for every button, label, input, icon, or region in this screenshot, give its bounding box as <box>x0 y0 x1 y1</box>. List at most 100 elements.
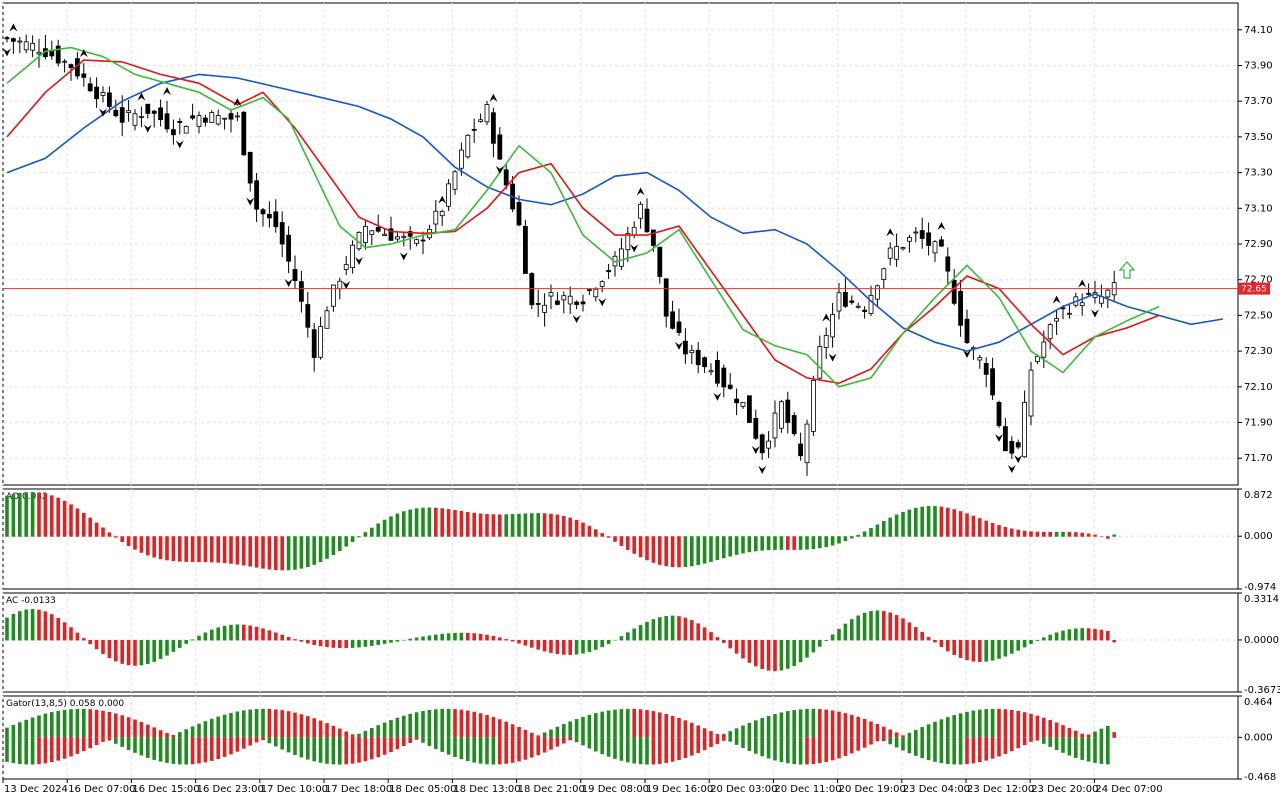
candle-body <box>689 349 695 354</box>
candle-body <box>196 115 202 127</box>
candle-body <box>414 239 420 244</box>
candle-body <box>490 112 496 144</box>
fractal-down-icon <box>399 252 408 261</box>
candle-body <box>273 211 279 228</box>
candle-body <box>644 208 650 233</box>
candle-body <box>939 239 944 247</box>
candle-body <box>337 280 343 290</box>
candle-body <box>734 398 739 404</box>
candle-body <box>100 92 106 96</box>
candle-body <box>484 104 490 123</box>
x-tick-label: 24 Dec 07:00 <box>1095 784 1162 795</box>
candle-body <box>1079 302 1085 307</box>
y-tick-label: 0.464 <box>1244 697 1273 708</box>
candle-body <box>663 278 669 317</box>
y-tick-label: 74.10 <box>1244 25 1273 36</box>
candle-body <box>394 236 400 240</box>
candle-body <box>362 225 368 243</box>
candle-body <box>23 41 29 51</box>
candle-body <box>452 171 458 190</box>
candle-body <box>574 301 579 305</box>
candle-body <box>254 180 260 210</box>
candle-body <box>996 402 1002 426</box>
fractal-down-icon <box>713 392 722 401</box>
candle-body <box>292 269 298 281</box>
candle-body <box>260 209 266 215</box>
fractal-down-icon <box>751 446 760 455</box>
fractal-down-icon <box>1091 309 1099 318</box>
candle-body <box>183 126 189 134</box>
x-tick-label: 17 Dec 18:00 <box>325 784 392 795</box>
candle-body <box>862 309 867 312</box>
candle-body <box>132 113 138 126</box>
candle-body <box>81 73 87 78</box>
fractal-up-icon <box>489 93 498 102</box>
candle-body <box>926 232 931 246</box>
candle-body <box>945 256 951 272</box>
candle-body <box>279 222 285 245</box>
candle-body <box>894 246 899 260</box>
candle-body <box>164 113 170 130</box>
candle-body <box>1035 356 1040 362</box>
candle-body <box>535 303 541 305</box>
x-tick-label: 18 Dec 05:00 <box>389 784 456 795</box>
candle-body <box>670 311 675 329</box>
candle-body <box>715 360 720 384</box>
candle-body <box>951 279 957 304</box>
candle-body <box>94 86 99 100</box>
fractal-down-icon <box>342 281 351 290</box>
candle-body <box>638 203 643 219</box>
x-tick-label: 20 Dec 19:00 <box>839 784 906 795</box>
candle-body <box>145 103 151 114</box>
y-tick-label: 72.10 <box>1244 382 1273 393</box>
candle-body <box>907 237 912 242</box>
candle-body <box>913 231 919 234</box>
candle-body <box>478 119 484 122</box>
y-tick-label: 0.872 <box>1244 490 1273 501</box>
y-tick-label: 72.30 <box>1244 346 1273 357</box>
panel-frame-ac <box>2 592 1239 693</box>
y-tick-label: 0.000 <box>1244 531 1273 542</box>
x-tick-label: 20 Dec 03:00 <box>710 784 777 795</box>
candle-body <box>811 379 816 432</box>
candle-body <box>683 340 688 355</box>
candle-body <box>30 42 36 51</box>
candle-body <box>932 241 938 254</box>
candle-body <box>785 399 791 423</box>
fractal-down-icon <box>3 48 11 57</box>
candle-body <box>1105 289 1111 298</box>
candle-body <box>766 440 771 449</box>
candle-body <box>4 37 10 40</box>
candle-body <box>382 233 388 236</box>
chart-svg[interactable]: 74.1073.9073.7073.5073.3073.1072.9072.70… <box>0 0 1280 800</box>
candle-body <box>702 357 707 368</box>
candle-body <box>266 213 272 219</box>
y-tick-label: 71.90 <box>1244 418 1273 429</box>
indicator-label: AC -0.0133 <box>6 596 56 606</box>
alligator-lips-line <box>6 46 1160 388</box>
candle-body <box>113 109 119 117</box>
candle-body <box>401 235 407 238</box>
y-tick-label: 72.50 <box>1244 310 1273 321</box>
candle-body <box>465 134 471 158</box>
y-tick-label: 73.30 <box>1244 168 1273 179</box>
x-tick-label: 16 Dec 07:00 <box>68 784 135 795</box>
fractal-up-icon <box>822 313 831 322</box>
candle-body <box>958 290 963 326</box>
candle-body <box>10 38 16 42</box>
candle-body <box>446 183 452 207</box>
candle-body <box>843 292 848 307</box>
candle-body <box>17 40 23 43</box>
candle-body <box>542 304 547 313</box>
candle-body <box>343 264 349 270</box>
candle-body <box>836 292 842 312</box>
candle-body <box>138 116 144 118</box>
x-tick-label: 16 Dec 15:00 <box>132 784 199 795</box>
candle-body <box>791 415 797 435</box>
candle-body <box>369 230 375 235</box>
candle-body <box>119 107 125 123</box>
candle-body <box>420 239 426 242</box>
fractal-down-icon <box>598 298 607 307</box>
current-price-label: 72.65 <box>1241 285 1267 295</box>
fractal-up-icon <box>937 222 946 231</box>
